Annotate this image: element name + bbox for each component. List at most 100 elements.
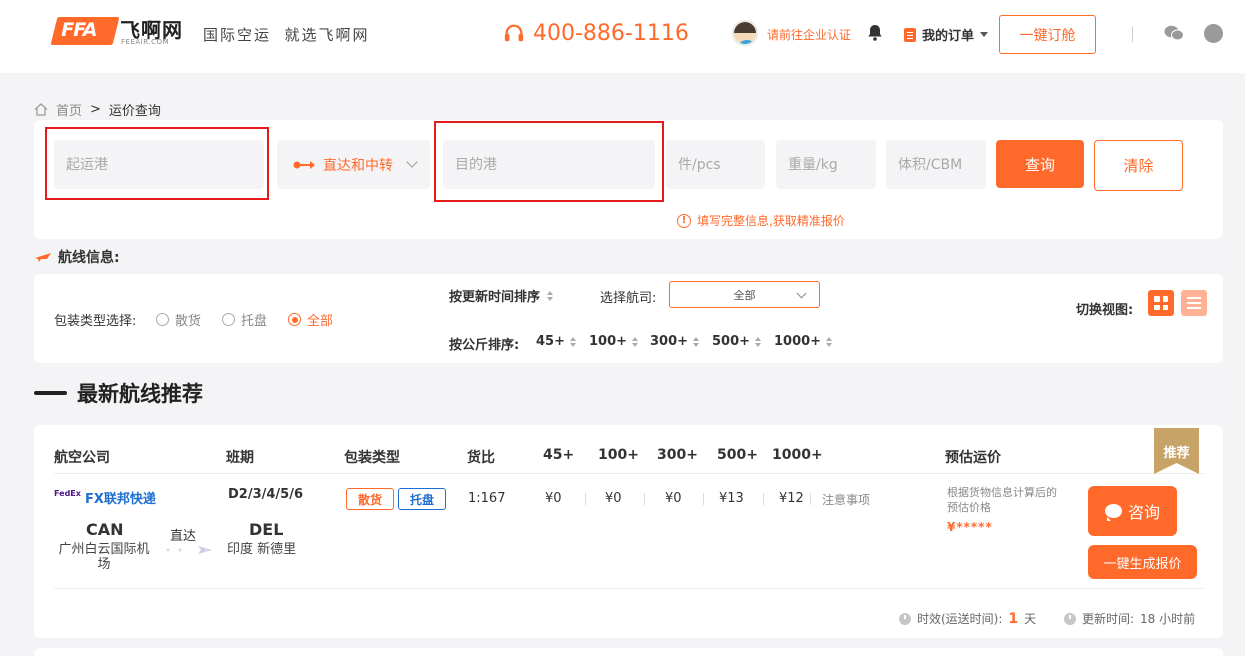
pack-type-label: 包装类型选择: bbox=[54, 314, 137, 329]
price-separator bbox=[763, 493, 764, 505]
header-divider-line bbox=[54, 473, 1204, 474]
destination-code: DEL bbox=[249, 520, 284, 539]
query-button[interactable]: 查询 bbox=[996, 140, 1084, 188]
recommend-badge: 推荐 bbox=[1154, 428, 1199, 474]
col-head-schedule: 班期 bbox=[226, 450, 254, 466]
site-logo[interactable]: FFA 飞啊网 FEEAIR.COM bbox=[50, 14, 186, 48]
sort-kg-100[interactable]: 100+ bbox=[589, 334, 639, 349]
sort-icon bbox=[547, 290, 554, 301]
warning-icon: ! bbox=[677, 213, 691, 228]
chat-bubble-icon bbox=[1104, 504, 1122, 521]
route-info-title: 航线信息: bbox=[34, 247, 120, 267]
route-type-select[interactable]: 直达和中转 bbox=[277, 140, 430, 189]
price-separator bbox=[810, 493, 811, 505]
sort-kg-500[interactable]: 500+ bbox=[712, 334, 762, 349]
sort-kg-1000[interactable]: 1000+ bbox=[774, 334, 833, 349]
search-hint: ! 填写完整信息,获取精准报价 bbox=[677, 212, 845, 229]
breadcrumb: 首页 > 运价查询 bbox=[34, 100, 161, 119]
col-head-airline: 航空公司 bbox=[54, 450, 110, 466]
transit-time: 时效(运送时间): 1 天 bbox=[899, 610, 1036, 627]
next-result-card bbox=[34, 648, 1223, 656]
origin-port-input[interactable] bbox=[54, 140, 264, 189]
sort-kg-45[interactable]: 45+ bbox=[536, 334, 576, 349]
generate-quote-button[interactable]: 一键生成报价 bbox=[1088, 545, 1197, 579]
route-result-card: 航空公司 班期 包装类型 货比 45+ 100+ 300+ 500+ 1000+… bbox=[34, 425, 1223, 638]
col-head-ratio: 货比 bbox=[467, 450, 495, 466]
col-head-100: 100+ bbox=[598, 447, 639, 463]
radio-pallet[interactable]: 托盘 bbox=[222, 310, 267, 329]
radio-circle bbox=[288, 313, 301, 326]
wechat-icon[interactable] bbox=[1164, 25, 1184, 41]
origin-code: CAN bbox=[86, 520, 124, 539]
chevron-down-icon bbox=[406, 156, 418, 168]
breadcrumb-separator: > bbox=[90, 102, 101, 117]
logo-domain: FEEAIR.COM bbox=[121, 38, 170, 46]
pieces-input[interactable] bbox=[666, 140, 765, 189]
airline-select[interactable]: 全部 bbox=[669, 281, 820, 308]
volume-input[interactable] bbox=[886, 140, 986, 189]
sort-by-update-time[interactable]: 按更新时间排序 bbox=[449, 286, 554, 305]
carrier-name-link[interactable]: FX联邦快递 bbox=[85, 488, 156, 507]
logo-mark: FFA bbox=[50, 17, 120, 45]
enterprise-verify-link[interactable]: 请前往企业认证 bbox=[767, 26, 851, 43]
price-100: ¥0 bbox=[605, 491, 622, 506]
caret-down-icon bbox=[980, 32, 989, 37]
list-view-icon[interactable] bbox=[1181, 290, 1207, 316]
weibo-icon[interactable] bbox=[1204, 24, 1223, 43]
price-300: ¥0 bbox=[665, 491, 682, 506]
pack-tag-pallet: 托盘 bbox=[398, 488, 446, 510]
route-arrow-icon bbox=[293, 160, 315, 169]
radio-bulk[interactable]: 散货 bbox=[156, 310, 201, 329]
hotline: 400-886-1116 bbox=[503, 18, 689, 48]
schedule: D2/3/4/5/6 bbox=[228, 487, 304, 502]
notes-link[interactable]: 注意事项 bbox=[822, 491, 870, 508]
price-1000: ¥12 bbox=[779, 491, 804, 506]
home-icon bbox=[34, 103, 48, 116]
clear-button[interactable]: 清除 bbox=[1094, 140, 1183, 191]
search-panel: 直达和中转 查询 清除 ! 填写完整信息,获取精准报价 bbox=[34, 120, 1223, 239]
route-path-icon bbox=[166, 546, 212, 554]
order-doc-icon bbox=[904, 27, 916, 42]
radio-all[interactable]: 全部 bbox=[288, 310, 333, 329]
clock-icon bbox=[899, 612, 911, 625]
my-orders-menu[interactable]: 我的订单 bbox=[904, 25, 989, 44]
estimate-description: 根据货物信息计算后的预估价格 bbox=[947, 486, 1057, 514]
col-head-500: 500+ bbox=[717, 447, 758, 463]
one-click-book-button[interactable]: 一键订舱 bbox=[999, 15, 1096, 54]
cargo-ratio: 1:167 bbox=[468, 491, 506, 506]
sort-icon bbox=[755, 336, 762, 347]
destination-port-input[interactable] bbox=[443, 140, 655, 189]
carrier-logo: FedEx bbox=[54, 489, 81, 498]
consult-button[interactable]: 咨询 bbox=[1088, 486, 1177, 536]
breadcrumb-home[interactable]: 首页 bbox=[56, 100, 82, 119]
view-switch-label: 切换视图: bbox=[1076, 303, 1134, 318]
update-time: 更新时间: 18 小时前 bbox=[1064, 610, 1195, 627]
row-divider-line bbox=[54, 588, 1204, 589]
plane-icon bbox=[35, 253, 51, 262]
weight-input[interactable] bbox=[776, 140, 876, 189]
site-slogan: 国际空运 就选飞啊网 bbox=[203, 26, 370, 44]
pack-tag-bulk: 散货 bbox=[346, 488, 394, 510]
sort-icon bbox=[826, 336, 833, 347]
avatar[interactable] bbox=[732, 20, 758, 46]
chevron-down-icon bbox=[796, 288, 807, 299]
col-head-pack-type: 包装类型 bbox=[344, 450, 400, 466]
sort-kg-300[interactable]: 300+ bbox=[650, 334, 700, 349]
sort-icon bbox=[569, 336, 576, 347]
breadcrumb-current: 运价查询 bbox=[108, 104, 161, 119]
price-500: ¥13 bbox=[719, 491, 744, 506]
recommend-section-title: 最新航线推荐 bbox=[34, 378, 203, 408]
sort-by-kg-label: 按公斤排序: bbox=[449, 338, 520, 353]
col-head-1000: 1000+ bbox=[772, 447, 823, 463]
bell-icon[interactable] bbox=[867, 24, 883, 41]
radio-circle bbox=[222, 313, 235, 326]
filter-panel: 包装类型选择: 散货 托盘 全部 按更新时间排序 选择航司: 全部 按公斤排序:… bbox=[34, 274, 1223, 363]
top-header: FFA 飞啊网 FEEAIR.COM 国际空运 就选飞啊网 400-886-11… bbox=[0, 0, 1245, 73]
grid-view-icon[interactable] bbox=[1148, 290, 1174, 316]
price-separator bbox=[585, 493, 586, 505]
price-45: ¥0 bbox=[545, 491, 562, 506]
clock-icon bbox=[1064, 612, 1076, 625]
hotline-number: 400-886-1116 bbox=[533, 20, 689, 46]
price-separator bbox=[703, 493, 704, 505]
col-head-300: 300+ bbox=[657, 447, 698, 463]
